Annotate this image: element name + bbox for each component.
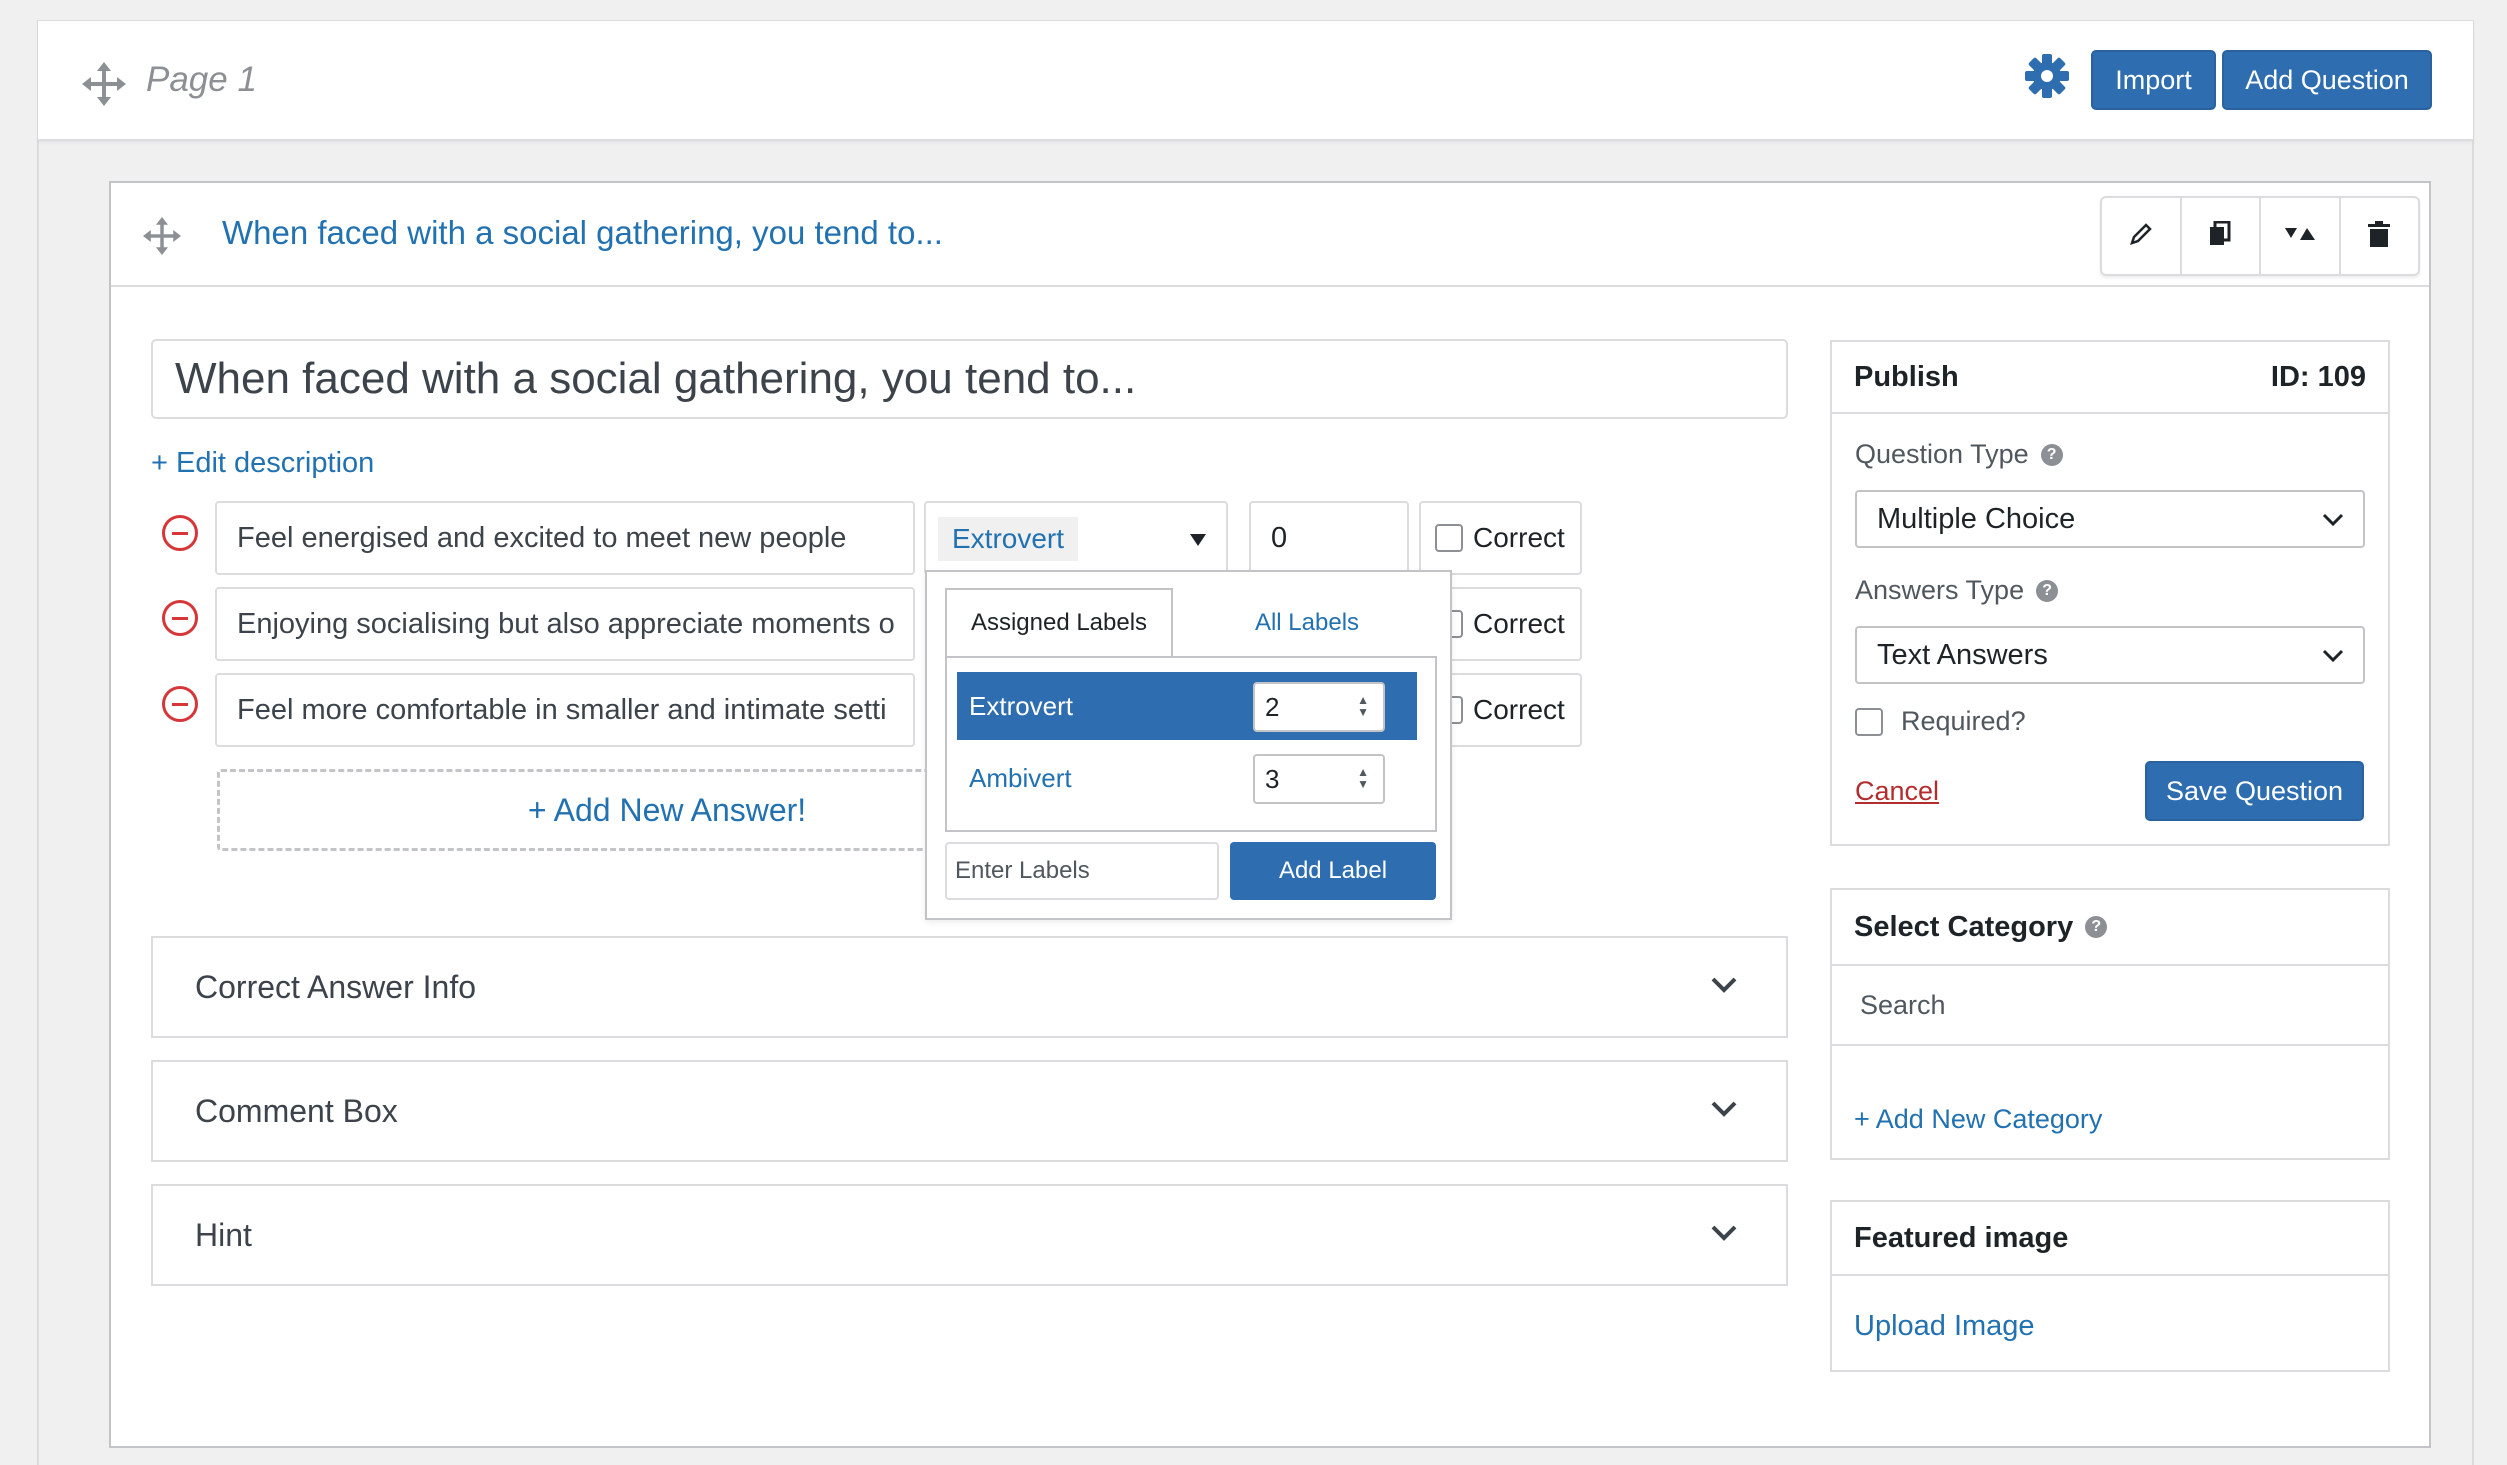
caret-down-icon: [1190, 534, 1206, 546]
answers-type-label: Answers Type?: [1855, 575, 2059, 606]
label-dropdown: Assigned Labels All Labels Extrovert 2 ▲…: [925, 570, 1452, 920]
answers-type-select[interactable]: Text Answers: [1855, 626, 2365, 684]
answers-type-value: Text Answers: [1877, 638, 2048, 671]
remove-answer-icon[interactable]: [162, 686, 198, 722]
question-header-title[interactable]: When faced with a social gathering, you …: [222, 214, 943, 252]
assigned-labels-list: Extrovert 2 ▲ ▼ Ambivert 3 ▲ ▼: [945, 656, 1437, 832]
question-id: ID: 109: [2270, 360, 2366, 393]
answer-label-select[interactable]: Extrovert: [924, 501, 1228, 575]
label-row-ambivert[interactable]: Ambivert 3 ▲ ▼: [957, 744, 1417, 812]
tab-all-labels[interactable]: All Labels: [1177, 588, 1437, 658]
question-type-value: Multiple Choice: [1877, 502, 2076, 535]
help-icon[interactable]: ?: [2036, 579, 2059, 602]
accordion-title: Hint: [195, 1216, 252, 1253]
collapse-icon: [2284, 224, 2315, 249]
question-title-input[interactable]: When faced with a social gathering, you …: [151, 339, 1788, 419]
required-label: Required?: [1901, 706, 2026, 736]
duplicate-icon: [2208, 220, 2232, 252]
duplicate-button[interactable]: [2182, 198, 2261, 274]
delete-button[interactable]: [2341, 198, 2419, 274]
answers-type-label-text: Answers Type: [1855, 575, 2025, 605]
publish-header: Publish ID: 109: [1832, 342, 2388, 414]
save-question-button[interactable]: Save Question: [2145, 761, 2364, 821]
accordion-title: Correct Answer Info: [195, 968, 476, 1005]
cancel-link[interactable]: Cancel: [1855, 776, 1939, 807]
help-icon[interactable]: ?: [2040, 443, 2063, 466]
chevron-down-icon: [2322, 513, 2344, 527]
page-title: Page 1: [146, 60, 257, 99]
category-box: Select Category? Search + Add New Catego…: [1830, 888, 2390, 1160]
question-toolbar: [2100, 196, 2420, 276]
correct-label: Correct: [1473, 694, 1565, 725]
accordion-correct-answer-info[interactable]: Correct Answer Info: [151, 936, 1788, 1038]
add-question-button[interactable]: Add Question: [2222, 50, 2432, 110]
correct-label: Correct: [1473, 608, 1565, 639]
answer-points-input[interactable]: 0: [1249, 501, 1409, 575]
edit-button[interactable]: [2102, 198, 2182, 274]
accordion-title: Comment Box: [195, 1092, 398, 1129]
label-value-input[interactable]: 3 ▲ ▼: [1253, 754, 1385, 804]
correct-checkbox[interactable]: [1435, 524, 1463, 552]
category-search-input[interactable]: Search: [1832, 966, 2388, 1046]
chevron-down-icon: [1711, 977, 1737, 993]
publish-title: Publish: [1854, 360, 1959, 393]
import-button[interactable]: Import: [2091, 50, 2216, 110]
question-type-select[interactable]: Multiple Choice: [1855, 490, 2365, 548]
accordion-comment-box[interactable]: Comment Box: [151, 1060, 1788, 1162]
answer-input-1[interactable]: Feel energised and excited to meet new p…: [215, 501, 915, 575]
label-value-input[interactable]: 2 ▲ ▼: [1253, 682, 1385, 732]
pencil-icon: [2129, 222, 2153, 251]
gear-icon[interactable]: [2024, 53, 2070, 99]
enter-labels-input[interactable]: Enter Labels: [945, 842, 1219, 900]
label-name: Extrovert: [969, 690, 1074, 721]
tab-assigned-labels[interactable]: Assigned Labels: [945, 588, 1173, 658]
correct-label: Correct: [1473, 522, 1565, 553]
spinner-icon[interactable]: ▲ ▼: [1357, 766, 1369, 790]
label-name: Ambivert: [969, 762, 1072, 793]
label-value: 3: [1265, 763, 1280, 794]
edit-description-link[interactable]: + Edit description: [151, 447, 374, 480]
collapse-button[interactable]: [2261, 198, 2341, 274]
add-label-button[interactable]: Add Label: [1230, 842, 1436, 900]
label-row-extrovert[interactable]: Extrovert 2 ▲ ▼: [957, 672, 1417, 740]
remove-answer-icon[interactable]: [162, 515, 198, 551]
chevron-down-icon: [1711, 1101, 1737, 1117]
correct-toggle-1[interactable]: Correct: [1419, 501, 1582, 575]
page-move-icon[interactable]: [80, 60, 128, 108]
category-header: Select Category?: [1832, 890, 2388, 966]
featured-image-header: Featured image: [1832, 1202, 2388, 1276]
label-value: 2: [1265, 691, 1280, 722]
spinner-icon[interactable]: ▲ ▼: [1357, 694, 1369, 718]
chevron-down-icon: [2322, 649, 2344, 663]
featured-image-box: Featured image Upload Image: [1830, 1200, 2390, 1372]
question-type-label: Question Type?: [1855, 439, 2063, 470]
category-title: Select Category: [1854, 910, 2074, 943]
label-chip: Extrovert: [938, 517, 1079, 561]
remove-answer-icon[interactable]: [162, 600, 198, 636]
accordion-hint[interactable]: Hint: [151, 1184, 1788, 1286]
required-field[interactable]: Required?: [1855, 706, 2026, 737]
add-new-category-link[interactable]: + Add New Category: [1854, 1104, 2102, 1135]
trash-icon: [2368, 220, 2391, 252]
answer-input-3[interactable]: Feel more comfortable in smaller and int…: [215, 673, 915, 747]
question-move-icon[interactable]: [142, 216, 182, 256]
required-checkbox[interactable]: [1855, 707, 1883, 736]
question-type-label-text: Question Type: [1855, 439, 2029, 469]
chevron-down-icon: [1711, 1225, 1737, 1241]
help-icon[interactable]: ?: [2085, 916, 2108, 938]
answer-input-2[interactable]: Enjoying socialising but also appreciate…: [215, 587, 915, 661]
upload-image-link[interactable]: Upload Image: [1854, 1310, 2035, 1343]
